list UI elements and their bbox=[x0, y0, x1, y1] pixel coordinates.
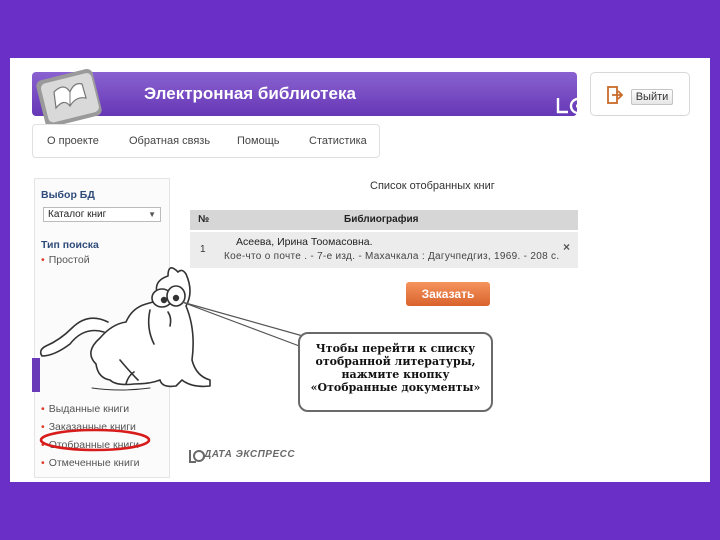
callout-line: Чтобы перейти к списку bbox=[315, 342, 476, 355]
instruction-callout: Чтобы перейти к списку отобранной литера… bbox=[298, 332, 493, 412]
nav-item-statistics[interactable]: Статистика bbox=[309, 135, 367, 147]
sidebar: Выбор БД Каталог книг ▼ Тип поиска • Прос… bbox=[34, 178, 170, 478]
chevron-down-icon: ▼ bbox=[148, 210, 156, 219]
table-header: № Библиография bbox=[190, 210, 578, 230]
row-description: Кое-что о почте . - 7-е изд. - Махачкала… bbox=[224, 251, 560, 262]
remove-icon[interactable]: × bbox=[563, 240, 570, 254]
sidebar-tab-marker bbox=[32, 358, 40, 392]
nav-item-about[interactable]: О проекте bbox=[47, 135, 99, 147]
search-type-simple[interactable]: • Простой bbox=[41, 254, 90, 266]
library-page: Электронная библиотека Выйти О проекте О… bbox=[10, 58, 710, 482]
exit-button[interactable]: Выйти bbox=[631, 89, 673, 105]
selected-books-table: № Библиография 1 Асеева, Ирина Тоомасовн… bbox=[190, 210, 578, 268]
list-title: Список отобранных книг bbox=[370, 180, 495, 192]
row-number: 1 bbox=[200, 244, 206, 255]
nav-item-feedback[interactable]: Обратная связь bbox=[129, 135, 210, 147]
app-title: Электронная библиотека bbox=[144, 84, 356, 103]
search-type-heading: Тип поиска bbox=[41, 239, 99, 251]
column-header-number: № bbox=[198, 214, 210, 225]
db-select[interactable]: Каталог книг ▼ bbox=[43, 207, 161, 222]
nav-item-help[interactable]: Помощь bbox=[237, 135, 280, 147]
footer-brand-text: ДАТА ЭКСПРЕСС bbox=[204, 449, 296, 460]
db-heading: Выбор БД bbox=[41, 189, 95, 201]
app-header: Электронная библиотека bbox=[32, 72, 587, 116]
sidebar-item-ordered-books[interactable]: • Заказанные книги bbox=[41, 421, 136, 433]
top-nav: О проекте Обратная связь Помощь Статисти… bbox=[32, 124, 380, 158]
sidebar-item-selected-books[interactable]: • Отобранные книги bbox=[41, 439, 139, 451]
order-button[interactable]: Заказать bbox=[406, 282, 490, 306]
sidebar-item-marked-books[interactable]: • Отмеченные книги bbox=[41, 457, 140, 469]
callout-line: нажмите кнопку bbox=[341, 368, 450, 381]
column-header-bibliography: Библиография bbox=[344, 214, 419, 225]
callout-line: «Отобранные документы» bbox=[310, 381, 481, 394]
data-express-logo-icon bbox=[556, 97, 587, 115]
sidebar-item-issued-books[interactable]: • Выданные книги bbox=[41, 403, 129, 415]
callout-line: отобранной литературы, bbox=[315, 355, 476, 368]
table-row: 1 Асеева, Ирина Тоомасовна. Кое-что о по… bbox=[190, 232, 578, 268]
db-select-value: Каталог книг bbox=[48, 209, 107, 220]
exit-icon[interactable] bbox=[605, 85, 625, 105]
row-author: Асеева, Ирина Тоомасовна. bbox=[236, 236, 373, 248]
exit-panel: Выйти bbox=[590, 72, 690, 116]
book-logo-icon bbox=[36, 68, 102, 128]
